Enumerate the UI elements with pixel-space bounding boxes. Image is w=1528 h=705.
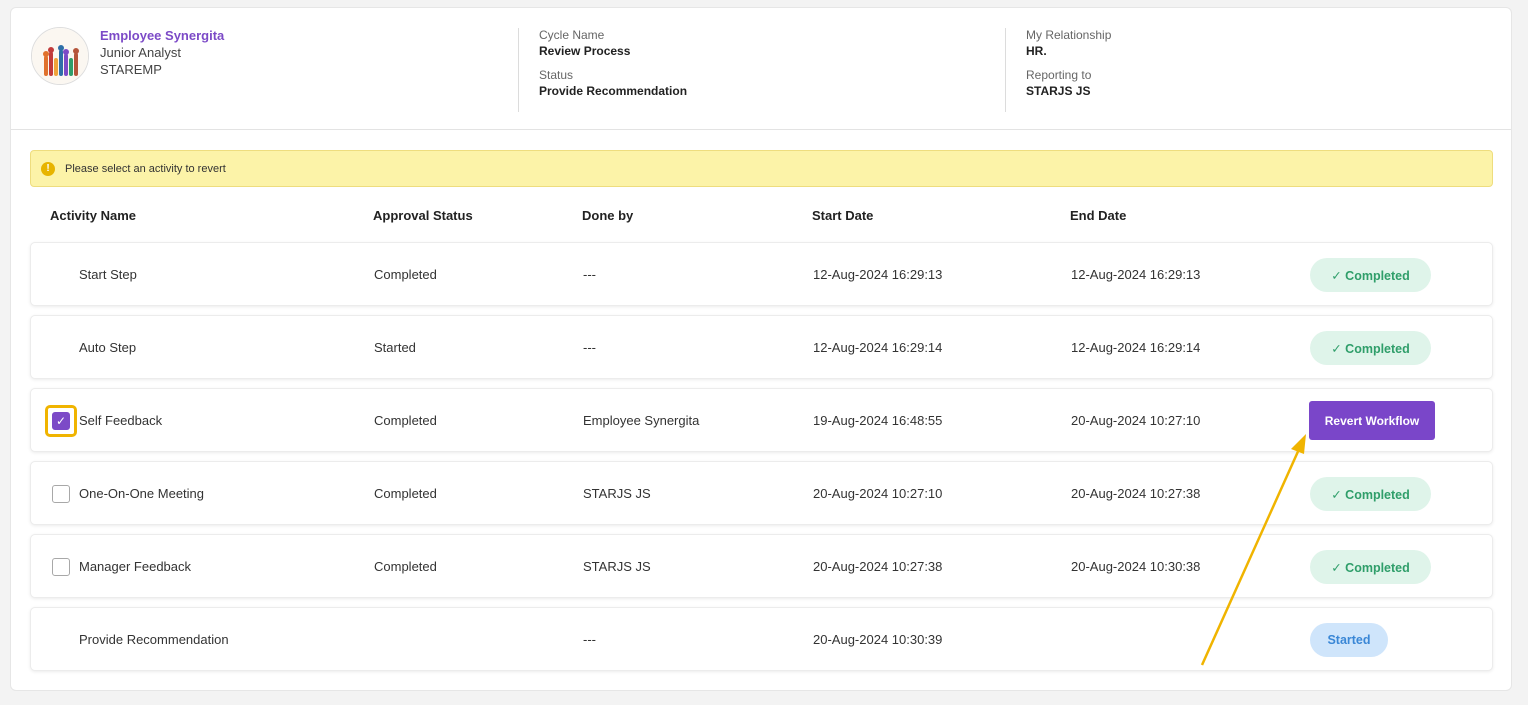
end-date: 20-Aug-2024 10:27:10 — [1071, 412, 1201, 428]
revert-alert: ! Please select an activity to revert — [30, 150, 1493, 187]
end-date: 20-Aug-2024 10:30:38 — [1071, 558, 1201, 574]
reporting-label: Reporting to — [1026, 68, 1092, 82]
cycle-name-label: Cycle Name — [539, 28, 605, 42]
activity-checkbox[interactable]: ✓ — [52, 412, 70, 430]
done-by: --- — [583, 631, 596, 647]
start-date: 20-Aug-2024 10:27:10 — [813, 485, 943, 501]
start-date: 12-Aug-2024 16:29:14 — [813, 339, 943, 355]
start-date: 20-Aug-2024 10:27:38 — [813, 558, 943, 574]
header-start-date: Start Date — [812, 208, 874, 223]
activity-checkbox[interactable] — [52, 558, 70, 576]
alert-text: Please select an activity to revert — [65, 162, 226, 175]
cycle-info: Cycle Name Review Process Status Provide… — [518, 28, 687, 112]
end-date: 20-Aug-2024 10:27:38 — [1071, 485, 1201, 501]
table-row: Provide Recommendation --- 20-Aug-2024 1… — [30, 607, 1493, 671]
status-value: Provide Recommendation — [539, 84, 688, 98]
table-row: Manager Feedback Completed STARJS JS 20-… — [30, 534, 1493, 598]
activity-name: Start Step — [79, 266, 137, 282]
header-activity-name: Activity Name — [50, 208, 136, 223]
header-end-date: End Date — [1070, 208, 1127, 223]
hands-logo-icon — [32, 28, 88, 84]
employee-code: STAREMP — [100, 62, 162, 77]
started-badge: Started — [1310, 623, 1388, 657]
completed-badge: ✓ Completed — [1310, 550, 1431, 584]
employee-name[interactable]: Employee Synergita — [100, 27, 224, 44]
start-date: 12-Aug-2024 16:29:13 — [813, 266, 943, 282]
done-by: --- — [583, 266, 596, 282]
table-row: One-On-One Meeting Completed STARJS JS 2… — [30, 461, 1493, 525]
approval-status: Completed — [374, 485, 437, 501]
done-by: STARJS JS — [583, 485, 651, 501]
start-date: 20-Aug-2024 10:30:39 — [813, 631, 943, 647]
reporting-value: STARJS JS — [1026, 84, 1091, 98]
activity-name: One-On-One Meeting — [79, 485, 205, 501]
status-label: Status — [539, 68, 574, 82]
approval-status: Completed — [374, 266, 437, 282]
employee-designation: Junior Analyst — [100, 45, 181, 60]
header-approval-status: Approval Status — [373, 208, 473, 223]
relationship-label: My Relationship — [1026, 28, 1112, 42]
table-row: ✓ Self Feedback Completed Employee Syner… — [30, 388, 1493, 452]
done-by: --- — [583, 339, 596, 355]
completed-badge: ✓ Completed — [1310, 331, 1431, 365]
end-date: 12-Aug-2024 16:29:14 — [1071, 339, 1201, 355]
done-by: Employee Synergita — [583, 412, 700, 428]
completed-badge: ✓ Completed — [1310, 258, 1431, 292]
activity-name: Provide Recommendation — [79, 631, 229, 647]
activity-name: Manager Feedback — [79, 558, 192, 574]
start-date: 19-Aug-2024 16:48:55 — [813, 412, 943, 428]
done-by: STARJS JS — [583, 558, 651, 574]
approval-status: Started — [374, 339, 416, 355]
approval-status: Completed — [374, 412, 437, 428]
employee-avatar — [31, 27, 89, 85]
relationship-value: HR. — [1026, 44, 1047, 58]
table-row: Start Step Completed --- 12-Aug-2024 16:… — [30, 242, 1493, 306]
approval-status: Completed — [374, 558, 437, 574]
end-date: 12-Aug-2024 16:29:13 — [1071, 266, 1201, 282]
activity-name: Self Feedback — [79, 412, 163, 428]
table-row: Auto Step Started --- 12-Aug-2024 16:29:… — [30, 315, 1493, 379]
revert-workflow-button[interactable]: Revert Workflow — [1309, 401, 1435, 440]
activity-checkbox[interactable] — [52, 485, 70, 503]
info-icon: ! — [41, 161, 55, 176]
completed-badge: ✓ Completed — [1310, 477, 1431, 511]
activity-name: Auto Step — [79, 339, 137, 355]
employee-info: Employee Synergita Junior Analyst STAREM… — [100, 27, 224, 78]
workflow-card: Employee Synergita Junior Analyst STAREM… — [10, 7, 1512, 691]
cycle-name-value: Review Process — [539, 44, 631, 58]
header-done-by: Done by — [582, 208, 634, 223]
relationship-info: My Relationship HR. Reporting to STARJS … — [1005, 28, 1111, 112]
employee-header: Employee Synergita Junior Analyst STAREM… — [11, 8, 1511, 130]
